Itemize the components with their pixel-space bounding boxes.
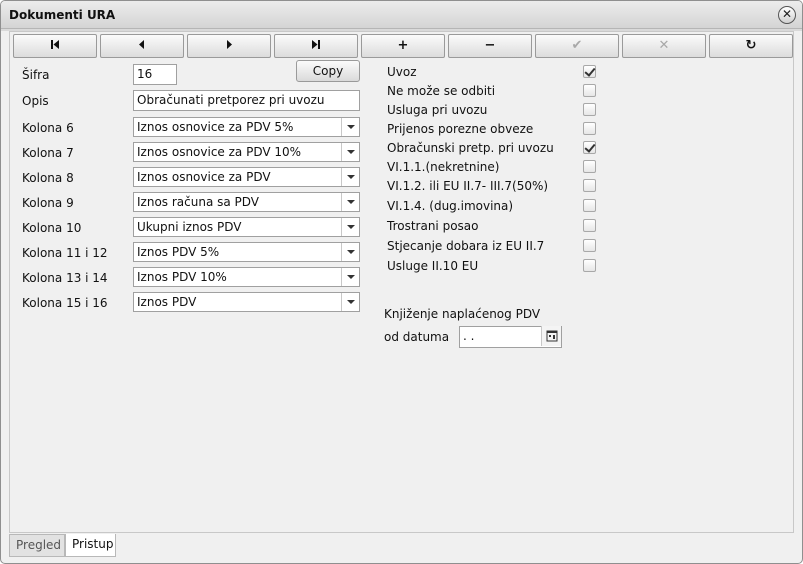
option-label-prijenos-porezne-obveze: Prijenos porezne obveze <box>387 122 534 136</box>
option-label-usluga-pri-uvozu: Usluga pri uvozu <box>387 103 488 117</box>
prev-icon <box>139 40 144 49</box>
next-icon <box>227 40 232 49</box>
chevron-down-icon[interactable] <box>341 143 359 161</box>
kolona-8-value: Iznos osnovice za PDV <box>137 170 271 184</box>
option-label-vi-1-1: VI.1.1.(nekretnine) <box>387 160 500 174</box>
first-icon <box>51 40 59 49</box>
tab-bar: Pregled Pristup <box>9 534 794 558</box>
kolona-8-select[interactable]: Iznos osnovice za PDV <box>133 167 360 187</box>
window-title: Dokumenti URA <box>9 8 116 22</box>
confirm-button[interactable]: ✔ <box>535 34 619 58</box>
next-record-button[interactable] <box>187 34 271 58</box>
option-label-ne-moze-se-odbiti: Ne može se odbiti <box>387 84 496 98</box>
option-label-uvoz: Uvoz <box>387 65 417 79</box>
option-checkbox-obracunski-pretp[interactable] <box>583 141 596 154</box>
content-panel: + − ✔ ✕ ↻ Šifra 16 Copy Opis Obračunati … <box>9 31 794 533</box>
kolona-7-select[interactable]: Iznos osnovice za PDV 10% <box>133 142 360 162</box>
kolona-6-label: Kolona 6 <box>22 121 74 135</box>
calendar-button[interactable] <box>541 326 561 346</box>
add-record-button[interactable]: + <box>361 34 445 58</box>
date-label: od datuma <box>384 330 450 344</box>
opis-input[interactable]: Obračunati pretporez pri uvozu <box>133 90 360 111</box>
option-checkbox-vi-1-1[interactable] <box>583 160 596 173</box>
option-label-obracunski-pretp: Obračunski pretp. pri uvozu <box>387 141 554 155</box>
option-label-usluge-ii-10-eu: Usluge II.10 EU <box>387 259 479 273</box>
tab-pristup[interactable]: Pristup <box>65 534 116 557</box>
option-label-trostrani-posao: Trostrani posao <box>387 219 479 233</box>
option-label-vi-1-2: VI.1.2. ili EU II.7- III.7(50%) <box>387 179 549 193</box>
kolona-9-value: Iznos računa sa PDV <box>137 195 260 209</box>
kolona-10-label: Kolona 10 <box>22 221 82 235</box>
chevron-down-icon[interactable] <box>341 293 359 311</box>
last-record-button[interactable] <box>274 34 358 58</box>
chevron-down-icon[interactable] <box>341 168 359 186</box>
sifra-label: Šifra <box>22 68 50 82</box>
kolona-11-12-label: Kolona 11 i 12 <box>22 246 108 260</box>
option-checkbox-usluga-pri-uvozu[interactable] <box>583 103 596 116</box>
chevron-down-icon[interactable] <box>341 118 359 136</box>
sifra-input[interactable]: 16 <box>133 64 177 85</box>
copy-button[interactable]: Copy <box>296 60 360 82</box>
kolona-8-label: Kolona 8 <box>22 171 74 185</box>
chevron-down-icon[interactable] <box>341 243 359 261</box>
option-label-stjecanje-dobara: Stjecanje dobara iz EU II.7 <box>387 239 545 253</box>
option-checkbox-usluge-ii-10-eu[interactable] <box>583 259 596 272</box>
cancel-button[interactable]: ✕ <box>622 34 706 58</box>
delete-record-button[interactable]: − <box>448 34 532 58</box>
kolona-10-value: Ukupni iznos PDV <box>137 220 242 234</box>
calendar-icon <box>546 330 558 342</box>
kolona-11-12-value: Iznos PDV 5% <box>137 245 220 259</box>
kolona-15-16-label: Kolona 15 i 16 <box>22 296 108 310</box>
option-checkbox-prijenos-porezne-obveze[interactable] <box>583 122 596 135</box>
refresh-button[interactable]: ↻ <box>709 34 793 58</box>
last-icon <box>312 40 320 49</box>
option-checkbox-vi-1-4[interactable] <box>583 199 596 212</box>
kolona-6-value: Iznos osnovice za PDV 5% <box>137 120 294 134</box>
chevron-down-icon[interactable] <box>341 218 359 236</box>
title-bar: Dokumenti URA ✕ <box>1 1 802 29</box>
first-record-button[interactable] <box>13 34 97 58</box>
kolona-11-12-select[interactable]: Iznos PDV 5% <box>133 242 360 262</box>
option-checkbox-ne-moze-se-odbiti[interactable] <box>583 84 596 97</box>
kolona-7-label: Kolona 7 <box>22 146 74 160</box>
kolona-13-14-value: Iznos PDV 10% <box>137 270 227 284</box>
close-button[interactable]: ✕ <box>778 6 796 24</box>
option-checkbox-stjecanje-dobara[interactable] <box>583 239 596 252</box>
kolona-13-14-select[interactable]: Iznos PDV 10% <box>133 267 360 287</box>
option-checkbox-uvoz[interactable] <box>583 65 596 78</box>
kolona-9-select[interactable]: Iznos računa sa PDV <box>133 192 360 212</box>
kolona-10-select[interactable]: Ukupni iznos PDV <box>133 217 360 237</box>
chevron-down-icon[interactable] <box>341 268 359 286</box>
option-checkbox-trostrani-posao[interactable] <box>583 219 596 232</box>
kolona-6-select[interactable]: Iznos osnovice za PDV 5% <box>133 117 360 137</box>
kolona-13-14-label: Kolona 13 i 14 <box>22 271 108 285</box>
kolona-7-value: Iznos osnovice za PDV 10% <box>137 145 302 159</box>
opis-label: Opis <box>22 94 49 108</box>
dokumenti-ura-window: Dokumenti URA ✕ + − ✔ ✕ ↻ Šifra 16 Copy <box>0 0 803 564</box>
kolona-15-16-select[interactable]: Iznos PDV <box>133 292 360 312</box>
kolona-9-label: Kolona 9 <box>22 196 74 210</box>
option-checkbox-vi-1-2[interactable] <box>583 179 596 192</box>
option-label-vi-1-4: VI.1.4. (dug.imovina) <box>387 199 514 213</box>
kolona-15-16-value: Iznos PDV <box>137 295 197 309</box>
navigation-toolbar: + − ✔ ✕ ↻ <box>13 34 793 58</box>
previous-record-button[interactable] <box>100 34 184 58</box>
chevron-down-icon[interactable] <box>341 193 359 211</box>
booking-title: Knjiženje naplaćenog PDV <box>384 307 541 321</box>
tab-pregled[interactable]: Pregled <box>9 534 65 557</box>
